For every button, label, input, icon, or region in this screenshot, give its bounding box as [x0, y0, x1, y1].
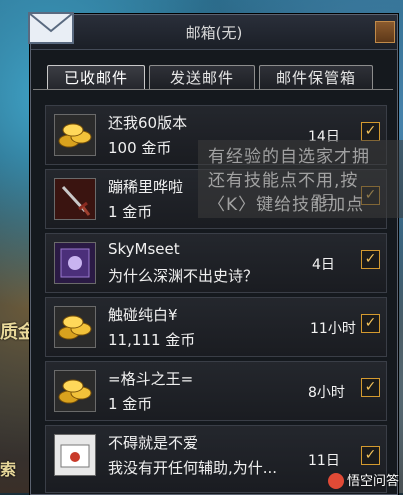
gold-coins-icon [54, 370, 96, 412]
mail-attachment: 11,111 金币 [108, 331, 196, 349]
mail-item[interactable]: SkyMseet 为什么深渊不出史诗？ 4日 ✓ [45, 233, 387, 293]
skill-tip-line: 〈K〉键给技能加点 [208, 195, 365, 215]
title-bar[interactable]: 邮箱(无) [31, 15, 397, 50]
gold-coins-icon [54, 114, 96, 156]
mail-sender: 触碰纯白¥ [108, 306, 178, 324]
tab-send[interactable]: 发送邮件 [149, 65, 255, 90]
mail-sender: 蹦稀里哗啦 [108, 178, 184, 196]
gold-coins-icon [54, 306, 96, 348]
mail-select-checkbox[interactable]: ✓ [361, 122, 380, 141]
tab-received[interactable]: 已收邮件 [47, 65, 145, 90]
envelope-icon [28, 12, 74, 44]
mail-attachment: 1 金币 [108, 203, 153, 221]
mail-item[interactable]: 触碰纯白¥ 11,111 金币 11小时 ✓ [45, 297, 387, 357]
mail-attachment: 100 金币 [108, 139, 172, 157]
mail-sender: 不碍就是不爱 [108, 434, 199, 452]
window-title: 邮箱(无) [185, 24, 243, 42]
mail-sender: =格斗之王= [108, 370, 194, 388]
background-text-left-2: 索 [0, 460, 17, 479]
mail-item[interactable]: =格斗之王= 1 金币 8小时 ✓ [45, 361, 387, 421]
mail-select-checkbox[interactable]: ✓ [361, 250, 380, 269]
mail-select-checkbox[interactable]: ✓ [361, 446, 380, 465]
mail-select-checkbox[interactable]: ✓ [361, 378, 380, 397]
mail-sender: SkyMseet [108, 240, 180, 258]
tab-storage[interactable]: 邮件保管箱 [259, 65, 373, 90]
mail-time: 11小时 [310, 321, 356, 337]
mail-select-checkbox[interactable]: ✓ [361, 314, 380, 333]
close-button[interactable] [375, 21, 395, 43]
purple-orb-icon [54, 242, 96, 284]
brand-watermark: 悟空问答 [327, 470, 399, 489]
mail-time: 8小时 [308, 385, 345, 401]
letter-icon [54, 434, 96, 476]
brand-label: 悟空问答 [346, 473, 399, 489]
mailbox-window: 邮箱(无) 已收邮件 发送邮件 邮件保管箱 还我60版本 100 金币 14日 … [28, 12, 398, 495]
mail-subject: 为什么深渊不出史诗？ [108, 267, 259, 285]
mail-sender: 还我60版本 [108, 114, 188, 132]
brand-logo-icon [327, 473, 344, 489]
skill-tip-line: 有经验的自选家才拥 [208, 147, 370, 167]
mail-time: 11日 [308, 453, 340, 469]
mail-subject: 我没有开任何辅助,为什... [108, 459, 278, 477]
mail-attachment: 1 金币 [108, 395, 153, 413]
skill-tip-line: 还有技能点不用,按 [208, 171, 359, 191]
mail-time: 4日 [312, 257, 335, 273]
tab-divider [33, 89, 393, 90]
dagger-icon [54, 178, 96, 220]
